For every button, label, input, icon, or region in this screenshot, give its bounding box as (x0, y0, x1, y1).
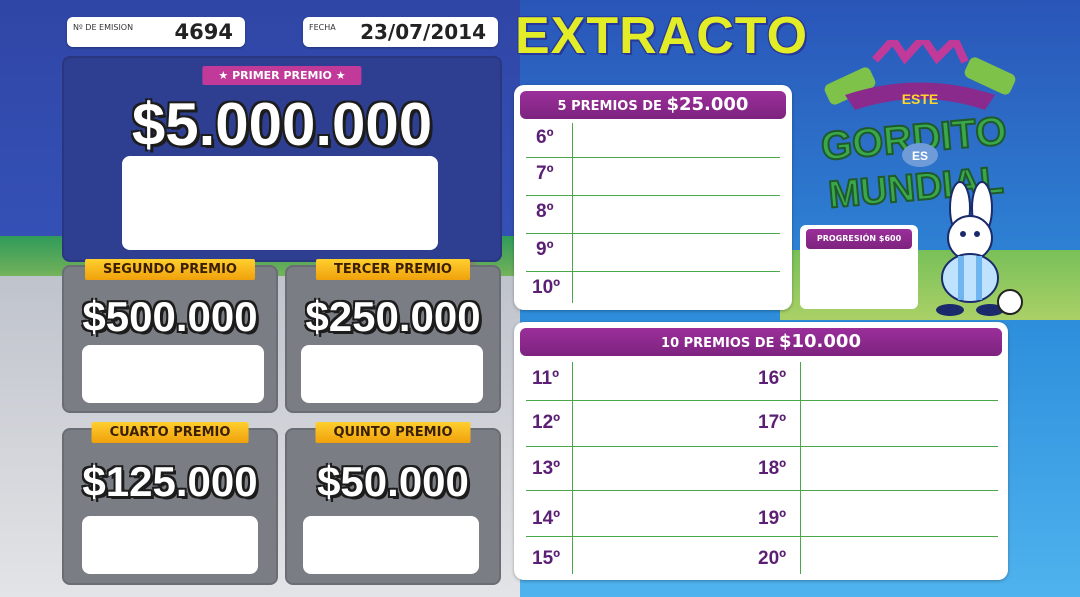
progresion-amount: $600 (878, 234, 902, 243)
position-6: 6º (536, 127, 554, 148)
diez-premios-header: 10 PREMIOS DE $10.000 (520, 328, 1002, 356)
row-line (752, 446, 998, 447)
position-7: 7º (536, 163, 554, 184)
primer-premio-number-slot[interactable] (122, 156, 438, 250)
cuarto-premio-amount: $125.000 (82, 458, 258, 505)
position-10: 10º (532, 277, 561, 298)
row-line (526, 233, 780, 234)
cinco-premios-amount: $25.000 (666, 94, 749, 115)
cinco-premios-header: 5 PREMIOS DE $25.000 (520, 91, 786, 119)
fecha-label: FECHA (309, 23, 336, 32)
position-16: 16º (758, 368, 787, 389)
soccer-ball-icon (997, 289, 1023, 315)
segundo-premio-panel: SEGUNDO PREMIO $500.000 (62, 259, 278, 413)
progresion-box: PROGRESIÓN $600 (800, 225, 918, 309)
position-15: 15º (532, 548, 561, 569)
emision-value: 4694 (174, 20, 233, 44)
diez-premios-card: 10 PREMIOS DE $10.000 11º 12º 13º 14º 15… (514, 322, 1008, 580)
position-14: 14º (532, 508, 561, 529)
fecha-box: FECHA 23/07/2014 (303, 17, 498, 47)
position-8: 8º (536, 201, 554, 222)
quinto-premio-panel: QUINTO PREMIO $50.000 (285, 422, 501, 585)
row-line (752, 536, 998, 537)
emision-label: Nº DE EMISION (73, 23, 134, 32)
cinco-premios-divider (572, 123, 573, 303)
cuarto-premio-ribbon: CUARTO PREMIO (91, 422, 249, 443)
row-line (526, 536, 752, 537)
row-line (752, 400, 998, 401)
position-12: 12º (532, 412, 561, 433)
position-11: 11º (532, 368, 560, 389)
fecha-value: 23/07/2014 (360, 20, 486, 44)
segundo-premio-number-slot[interactable] (82, 345, 264, 403)
primer-premio-amount: $5.000.000 (131, 91, 433, 158)
logo-mid-text: ES (912, 149, 928, 163)
row-line (752, 490, 998, 491)
cuarto-premio-panel: CUARTO PREMIO $125.000 (62, 422, 278, 585)
primer-premio-panel: ★ PRIMER PREMIO ★ $5.000.000 (62, 56, 502, 262)
position-9: 9º (536, 239, 554, 260)
segundo-premio-amount: $500.000 (82, 293, 258, 340)
diez-premios-divider-left (572, 362, 573, 574)
row-line (526, 446, 752, 447)
position-13: 13º (532, 458, 561, 479)
diez-premios-prefix: 10 PREMIOS DE (661, 336, 775, 351)
position-20: 20º (758, 548, 787, 569)
quinto-premio-number-slot[interactable] (303, 516, 479, 574)
position-18: 18º (758, 458, 787, 479)
logo-top-text: ESTE (902, 91, 939, 107)
tercer-premio-amount: $250.000 (305, 293, 481, 340)
row-line (526, 195, 780, 196)
cinco-premios-prefix: 5 PREMIOS DE (557, 99, 662, 114)
emision-box: Nº DE EMISION 4694 (67, 17, 245, 47)
diez-premios-divider-right (800, 362, 801, 574)
cinco-premios-card: 5 PREMIOS DE $25.000 6º 7º 8º 9º 10º (514, 85, 792, 310)
row-line (526, 271, 780, 272)
quinto-premio-ribbon: QUINTO PREMIO (315, 422, 471, 443)
row-line (526, 490, 752, 491)
primer-premio-ribbon: ★ PRIMER PREMIO ★ (202, 66, 362, 85)
page-title: EXTRACTO (515, 7, 809, 65)
cuarto-premio-number-slot[interactable] (82, 516, 258, 574)
diez-premios-amount: $10.000 (778, 331, 861, 352)
position-19: 19º (758, 508, 787, 529)
tercer-premio-ribbon: TERCER PREMIO (316, 259, 470, 280)
tercer-premio-number-slot[interactable] (301, 345, 483, 403)
tercer-premio-panel: TERCER PREMIO $250.000 (285, 259, 501, 413)
mascot-rabbit-icon (936, 181, 1023, 316)
extracto-sheet: Nº DE EMISION 4694 FECHA 23/07/2014 EXTR… (0, 0, 1080, 597)
progresion-header: PROGRESIÓN $600 (806, 229, 912, 249)
row-line (526, 157, 780, 158)
row-line (526, 400, 752, 401)
crown-icon (872, 40, 969, 65)
progresion-label: PROGRESIÓN (816, 234, 877, 243)
quinto-premio-amount: $50.000 (317, 458, 469, 505)
segundo-premio-ribbon: SEGUNDO PREMIO (85, 259, 255, 280)
position-17: 17º (758, 412, 787, 433)
